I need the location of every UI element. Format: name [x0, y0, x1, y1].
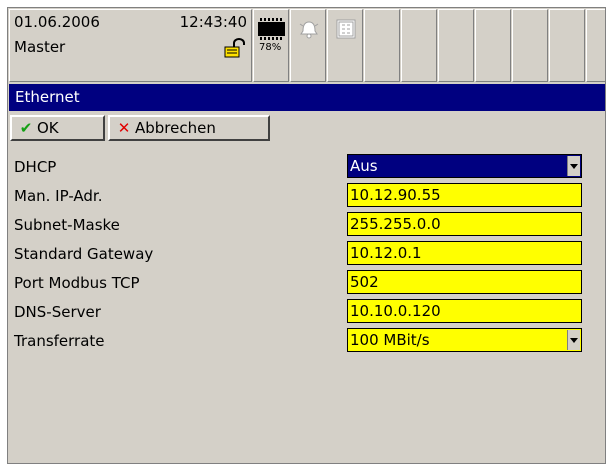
chevron-down-icon[interactable]: [567, 156, 580, 176]
dhcp-row: DHCP Aus: [8, 154, 605, 182]
ip-address-field[interactable]: 10.12.90.55: [347, 183, 582, 207]
gateway-field[interactable]: 10.12.0.1: [347, 241, 582, 265]
close-x-icon: ✕: [117, 119, 131, 137]
status-slot-empty: [401, 9, 437, 82]
status-slot-empty: [475, 9, 511, 82]
dns-label: DNS-Server: [14, 303, 101, 321]
device-screen: 01.06.2006 12:43:40 Master 78% Ethernet …: [7, 7, 606, 464]
chevron-down-icon[interactable]: [567, 330, 580, 350]
memory-panel: 78%: [253, 9, 289, 82]
status-slot-empty: [438, 9, 474, 82]
datetime-panel: 01.06.2006 12:43:40 Master: [9, 9, 252, 82]
dhcp-select[interactable]: Aus: [347, 154, 582, 178]
status-mode: Master: [14, 38, 66, 56]
ok-button[interactable]: ✔ OK: [10, 115, 105, 141]
transfer-rate-select[interactable]: 100 MBit/s: [347, 328, 582, 352]
status-slot-empty: [512, 9, 548, 82]
window-title: Ethernet: [15, 88, 80, 106]
gateway-label: Standard Gateway: [14, 245, 154, 263]
dhcp-label: DHCP: [14, 158, 57, 176]
memory-percent: 78%: [259, 42, 282, 53]
cancel-button[interactable]: ✕ Abbrechen: [108, 115, 270, 141]
checkmark-icon: ✔: [19, 119, 33, 137]
schedule-icon: [336, 19, 356, 39]
rate-value: 100 MBit/s: [350, 331, 430, 349]
ip-label: Man. IP-Adr.: [14, 187, 103, 205]
dns-row: DNS-Server 10.10.0.120: [8, 299, 605, 327]
dhcp-value: Aus: [350, 157, 378, 175]
status-slot-empty: [364, 9, 400, 82]
memory-chip-icon: [258, 18, 285, 40]
dns-server-field[interactable]: 10.10.0.120: [347, 299, 582, 323]
toolbar: ✔ OK ✕ Abbrechen: [8, 113, 605, 143]
gateway-row: Standard Gateway 10.12.0.1: [8, 241, 605, 269]
ip-row: Man. IP-Adr. 10.12.90.55: [8, 183, 605, 211]
subnet-mask-field[interactable]: 255.255.0.0: [347, 212, 582, 236]
port-row: Port Modbus TCP 502: [8, 270, 605, 298]
rate-row: Transferrate 100 MBit/s: [8, 328, 605, 356]
rate-label: Transferrate: [14, 332, 105, 350]
status-bar: 01.06.2006 12:43:40 Master 78%: [8, 8, 605, 84]
ok-label: OK: [37, 119, 59, 137]
cancel-label: Abbrechen: [135, 119, 216, 137]
port-label: Port Modbus TCP: [14, 274, 140, 292]
status-slot-empty: [586, 9, 605, 82]
subnet-row: Subnet-Maske 255.255.0.0: [8, 212, 605, 240]
subnet-label: Subnet-Maske: [14, 216, 120, 234]
lock-icon: [224, 38, 245, 58]
status-slot-empty: [549, 9, 585, 82]
modbus-port-field[interactable]: 502: [347, 270, 582, 294]
alarm-bell-icon: [299, 21, 319, 39]
status-date: 01.06.2006: [14, 13, 100, 31]
alarm-panel[interactable]: [290, 9, 326, 82]
schedule-panel[interactable]: [327, 9, 363, 82]
window-title-bar: Ethernet: [9, 84, 605, 111]
status-time: 12:43:40: [179, 13, 247, 31]
